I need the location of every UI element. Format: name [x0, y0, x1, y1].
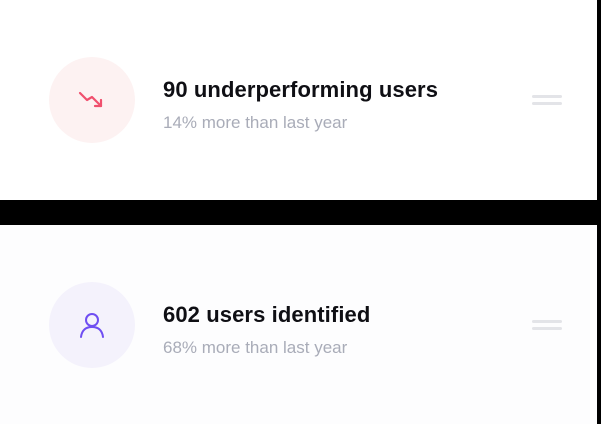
user-icon-badge	[49, 282, 135, 368]
stat-card-users-identified: 602 users identified 68% more than last …	[0, 225, 597, 424]
card-subtitle: 68% more than last year	[163, 338, 348, 357]
trend-icon-badge	[49, 57, 135, 143]
trend-down-icon	[78, 91, 103, 108]
card-title: 602 users identified	[163, 302, 371, 327]
drag-handle-icon[interactable]	[532, 319, 562, 331]
card-subtitle: 14% more than last year	[163, 113, 348, 132]
card-title: 90 underperforming users	[163, 77, 439, 102]
stat-card-underperforming: 90 underperforming users 14% more than l…	[0, 0, 597, 200]
drag-handle-icon[interactable]	[532, 94, 562, 106]
user-icon	[80, 313, 104, 338]
